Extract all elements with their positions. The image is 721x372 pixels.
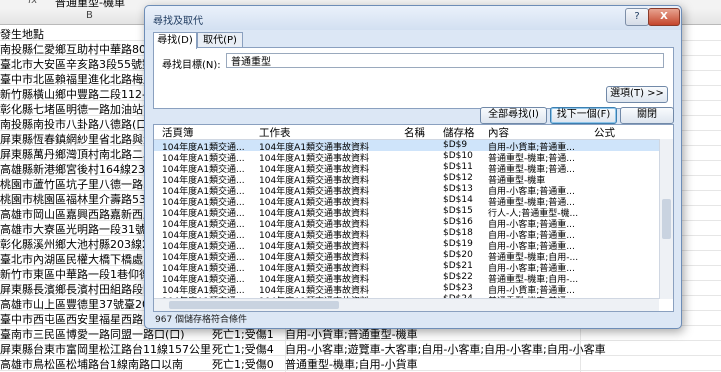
col-header-sheet[interactable]: 工作表 (259, 125, 291, 140)
result-cell: $D$9 (443, 140, 468, 150)
result-cell: $D$19 (443, 239, 473, 249)
close-button[interactable]: 關閉 (620, 107, 674, 124)
options-button[interactable]: 選項(T) >> (606, 86, 668, 103)
result-cell: $D$12 (443, 173, 473, 183)
tab-replace[interactable]: 取代(P) (197, 32, 243, 48)
result-cell: $D$23 (443, 283, 473, 293)
results-header: 活頁簿 工作表 名稱 儲存格 內容 公式 (154, 125, 673, 140)
result-cell: $D$18 (443, 228, 473, 238)
col-header-cell[interactable]: 儲存格 (443, 125, 475, 140)
col-header-formula[interactable]: 公式 (594, 125, 615, 140)
cell-vehicles[interactable]: 普通重型-機車;自用-小貨車 (285, 356, 418, 370)
find-what-label: 尋找目標(N): (162, 60, 221, 71)
result-row[interactable]: 104年度A1類交通... 104年度A1類交通事故資料 $D$10 普通重型-機車;… (154, 151, 659, 164)
result-cell: $D$20 (443, 250, 473, 260)
find-replace-dialog: 尋找及取代 ? X 尋找(D) 取代(P) 尋找目標(N): 選項(T) >> … (144, 5, 682, 329)
sheet-row[interactable]: 屏東縣台東市富岡里松江路台11線157公里 死亡1;受傷4 自用-小客車;遊覽車-大… (0, 340, 721, 356)
result-row[interactable]: 104年度A1類交通... 104年度A1類交通事故資料 $D$13 自用-小客車;普… (154, 184, 659, 197)
result-row[interactable]: 104年度A1類交通... 104年度A1類交通事故資料 $D$22 普通重型-機車;… (154, 272, 659, 285)
fx-icon: fx (28, 0, 38, 6)
vertical-scrollbar[interactable] (659, 139, 673, 299)
result-row[interactable]: 104年度A1類交通... 104年度A1類交通事故資料 $D$20 普通重型-機車;… (154, 250, 659, 263)
col-header-book[interactable]: 活頁簿 (162, 125, 194, 140)
result-row[interactable]: 104年度A1類交通... 104年度A1類交通事故資料 $D$16 自用-小客車;普… (154, 217, 659, 230)
cell-vehicles[interactable]: 自用-小客車;遊覽車-大客車;自用-小客車;自用-小客車;自用-小客車 (285, 341, 606, 355)
find-all-button[interactable]: 全部尋找(I) (480, 107, 547, 124)
result-cell: $D$11 (443, 162, 473, 172)
results-list[interactable]: 活頁簿 工作表 名稱 儲存格 內容 公式 104年度A1類交通... 104年度A… (153, 124, 674, 312)
result-row[interactable]: 104年度A1類交通... 104年度A1類交通事故資料 $D$12 普通重型-機車 (154, 173, 659, 186)
horizontal-scrollbar[interactable] (154, 298, 659, 311)
result-cell: $D$13 (443, 184, 473, 194)
result-row[interactable]: 104年度A1類交通... 104年度A1類交通事故資料 $D$15 行人-人;普通重… (154, 206, 659, 219)
result-row[interactable]: 104年度A1類交通... 104年度A1類交通事故資料 $D$11 普通重型-機車;… (154, 162, 659, 175)
status-text: 967 個儲存格符合條件 (155, 315, 248, 325)
cell-casualties[interactable]: 死亡1;受傷0 (212, 356, 274, 370)
result-cell: $D$16 (443, 217, 473, 227)
result-row[interactable]: 104年度A1類交通... 104年度A1類交通事故資料 $D$19 自用-小客車;普… (154, 239, 659, 252)
result-row[interactable]: 104年度A1類交通... 104年度A1類交通事故資料 $D$14 普通重型-機車;… (154, 195, 659, 208)
col-header-value[interactable]: 內容 (488, 125, 509, 140)
result-cell: $D$21 (443, 261, 473, 271)
result-row[interactable]: 104年度A1類交通... 104年度A1類交通事故資料 $D$21 自用-小客車;普… (154, 261, 659, 274)
sheet-row[interactable]: 高雄市鳥松區松埔路台1線南路口以南 死亡1;受傷0 普通重型-機車;自用-小貨車 (0, 355, 721, 371)
help-button[interactable]: ? (625, 8, 649, 26)
result-row[interactable]: 104年度A1類交通... 104年度A1類交通事故資料 $D$9 自用-小貨車;普通… (154, 140, 659, 153)
find-panel: 尋找目標(N): 選項(T) >> (153, 47, 674, 109)
dialog-titlebar[interactable]: 尋找及取代 ? X (145, 6, 681, 30)
tab-find[interactable]: 尋找(D) (153, 32, 197, 49)
close-icon[interactable]: X (648, 8, 680, 26)
result-cell: $D$15 (443, 206, 473, 216)
col-header-name[interactable]: 名稱 (404, 125, 425, 140)
result-cell: $D$22 (443, 272, 473, 282)
result-row[interactable]: 104年度A1類交通... 104年度A1類交通事故資料 $D$18 自用-小客車;普… (154, 228, 659, 241)
result-cell: $D$10 (443, 151, 473, 161)
find-next-button[interactable]: 找下一個(F) (550, 107, 617, 124)
find-what-input[interactable] (226, 53, 664, 68)
cell-casualties[interactable]: 死亡1;受傷4 (212, 341, 274, 355)
result-cell: $D$14 (443, 195, 473, 205)
dialog-title: 尋找及取代 (153, 16, 203, 27)
result-row[interactable]: 104年度A1類交通... 104年度A1類交通事故資料 $D$23 自用-小貨車;普… (154, 283, 659, 296)
column-b-header[interactable]: B (86, 10, 93, 21)
